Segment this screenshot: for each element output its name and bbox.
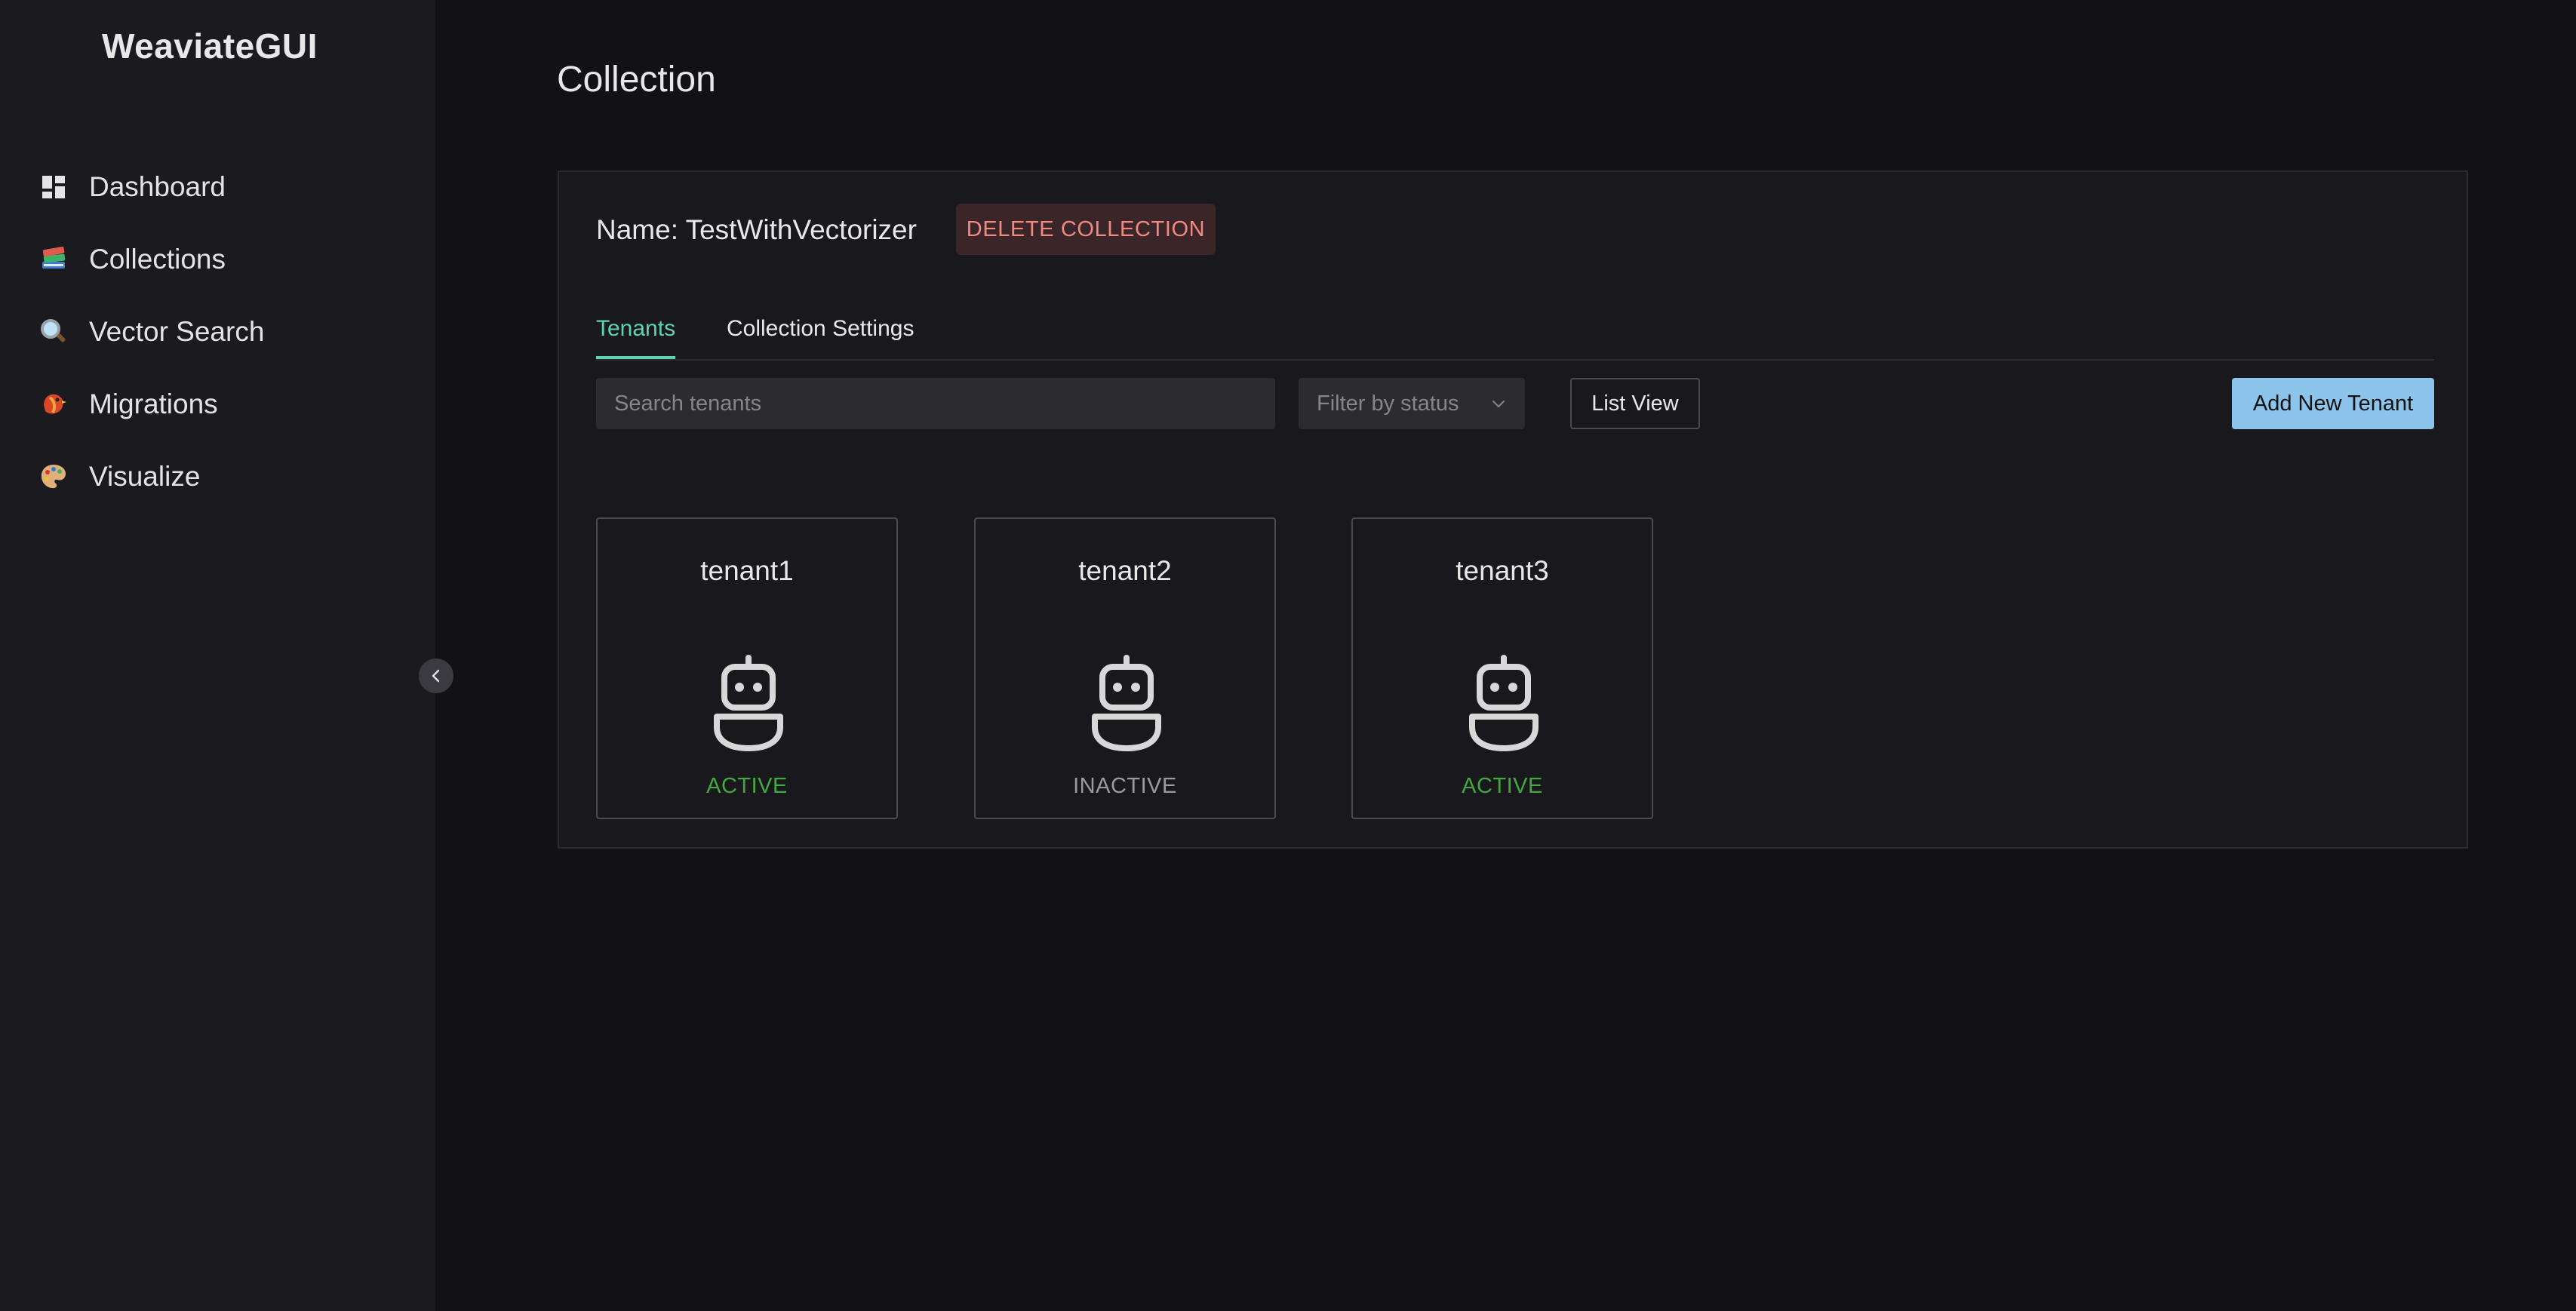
tenant-card[interactable]: tenant2 INACTIVE [974, 517, 1276, 819]
tab-collection-settings[interactable]: Collection Settings [727, 308, 914, 359]
filter-placeholder: Filter by status [1317, 391, 1459, 416]
sidebar-item-migrations[interactable]: Migrations [0, 368, 435, 441]
collection-name: Name: TestWithVectorizer [596, 214, 917, 245]
chevron-down-icon [1492, 401, 1505, 407]
robot-icon [1092, 655, 1161, 751]
tenant-status: ACTIVE [706, 774, 788, 798]
sidebar-item-collections[interactable]: Collections [0, 223, 435, 296]
chevron-left-icon [432, 669, 440, 683]
sidebar-item-visualize[interactable]: Visualize [0, 441, 435, 513]
status-filter-select[interactable]: Filter by status [1299, 378, 1525, 429]
sidebar-item-label: Visualize [89, 461, 201, 492]
collection-card: Name: TestWithVectorizer DELETE COLLECTI… [558, 170, 2468, 849]
palette-icon [39, 462, 68, 491]
tenant-name: tenant3 [1456, 555, 1549, 586]
tenant-status: ACTIVE [1462, 774, 1543, 798]
list-view-button[interactable]: List View [1570, 378, 1700, 429]
add-new-tenant-button[interactable]: Add New Tenant [2232, 378, 2434, 429]
sidebar-item-label: Dashboard [89, 171, 226, 202]
sidebar-item-vector-search[interactable]: Vector Search [0, 296, 435, 368]
search-tenants-input[interactable] [596, 378, 1275, 429]
sidebar-item-label: Vector Search [89, 316, 265, 347]
tenant-name: tenant1 [700, 555, 794, 586]
tenant-status: INACTIVE [1073, 774, 1177, 798]
tenant-card[interactable]: tenant3 ACTIVE [1351, 517, 1653, 819]
books-icon [39, 245, 68, 274]
sidebar-collapse-button[interactable] [419, 659, 453, 693]
delete-collection-button[interactable]: DELETE COLLECTION [956, 204, 1216, 255]
magnifier-icon [39, 318, 68, 346]
bird-icon [39, 390, 68, 419]
tenant-name: tenant2 [1078, 555, 1172, 586]
sidebar-item-label: Migrations [89, 388, 218, 419]
tenant-card[interactable]: tenant1 ACTIVE [596, 517, 898, 819]
collection-tabs: Tenants Collection Settings [596, 308, 2434, 361]
sidebar: WeaviateGUI Dashboard Collections Vector… [0, 0, 435, 1311]
app-window: WeaviateGUI Dashboard Collections Vector… [0, 0, 2576, 1311]
sidebar-nav: Dashboard Collections Vector Search Migr… [0, 151, 435, 513]
brand-logo-text: WeaviateGUI [102, 26, 318, 66]
sidebar-item-dashboard[interactable]: Dashboard [0, 151, 435, 223]
tab-tenants[interactable]: Tenants [596, 308, 676, 359]
dashboard-icon [39, 173, 68, 201]
robot-icon [1469, 655, 1539, 751]
page-title: Collection [557, 60, 716, 100]
robot-icon [714, 655, 783, 751]
sidebar-item-label: Collections [89, 244, 226, 275]
